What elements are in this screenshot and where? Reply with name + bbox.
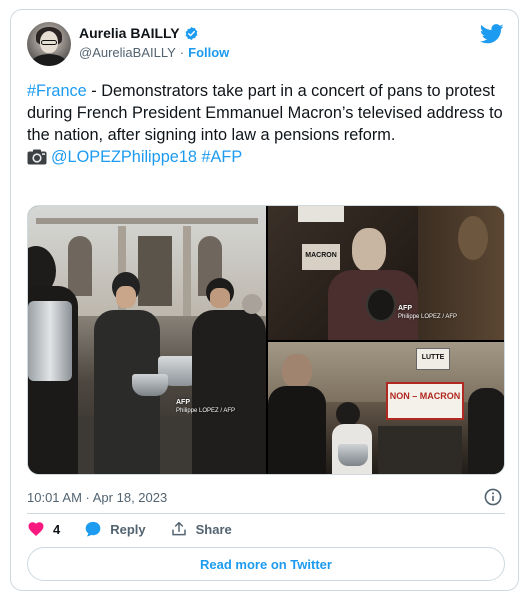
read-more-button[interactable]: Read more on Twitter (27, 547, 505, 581)
tweet-actions-bar: 4 Reply Share (27, 517, 256, 541)
info-icon[interactable] (484, 488, 502, 506)
author-display-name[interactable]: Aurelia BAILLY (79, 25, 180, 41)
share-label: Share (195, 521, 232, 537)
footer-divider (27, 513, 505, 514)
tweet-timestamp[interactable]: 10:01 AM · Apr 18, 2023 (27, 490, 167, 505)
handle-separator: · (179, 45, 185, 60)
photo-watermark-top-right: AFP Philippe LOPEZ / AFP (398, 305, 458, 320)
verified-badge-icon (185, 26, 197, 40)
share-icon (171, 521, 186, 536)
protest-photo-bottom-right[interactable]: LUTTE NON – MACRON (268, 342, 504, 474)
follow-button[interactable]: Follow (188, 45, 229, 60)
like-count: 4 (53, 521, 61, 537)
author-handle-row: @AureliaBAILLY · Follow (79, 45, 229, 60)
sign-macron-top: MACRON (305, 252, 337, 259)
like-action[interactable]: 4 (27, 520, 60, 538)
photographer-mention-link[interactable]: @LOPEZPhilippe18 (51, 148, 197, 166)
tweet-media-grid: AFP Philippe LOPEZ / AFP MACRON AFP Phil… (27, 205, 505, 475)
share-action[interactable]: Share (170, 520, 232, 538)
tweet-text: #France - Demonstrators take part in a c… (27, 80, 505, 168)
author-handle[interactable]: @AureliaBAILLY (79, 45, 176, 60)
hashtag-france-link[interactable]: #France (27, 82, 87, 100)
protest-photo-top-right[interactable]: MACRON AFP Philippe LOPEZ / AFP (268, 206, 504, 340)
camera-icon (27, 149, 47, 165)
hashtag-afp-link[interactable]: #AFP (201, 148, 242, 166)
sign-non-macron: NON – MACRON (389, 391, 461, 401)
author-avatar[interactable] (27, 22, 71, 66)
photo-watermark-left: AFP Philippe LOPEZ / AFP (176, 399, 236, 414)
protest-photo-left[interactable]: AFP Philippe LOPEZ / AFP (28, 206, 266, 474)
twitter-bird-icon[interactable] (480, 24, 504, 44)
sign-lutte: LUTTE (421, 354, 445, 361)
tweet-card: Aurelia BAILLY @AureliaBAILLY · Follow #… (10, 9, 519, 591)
reply-bubble-icon (85, 521, 101, 537)
reply-label: Reply (110, 521, 146, 537)
author-name-row[interactable]: Aurelia BAILLY (79, 25, 199, 41)
reply-action[interactable]: Reply (84, 520, 146, 538)
tweet-body-text: - Demonstrators take part in a concert o… (27, 82, 503, 144)
heart-icon (28, 522, 44, 536)
